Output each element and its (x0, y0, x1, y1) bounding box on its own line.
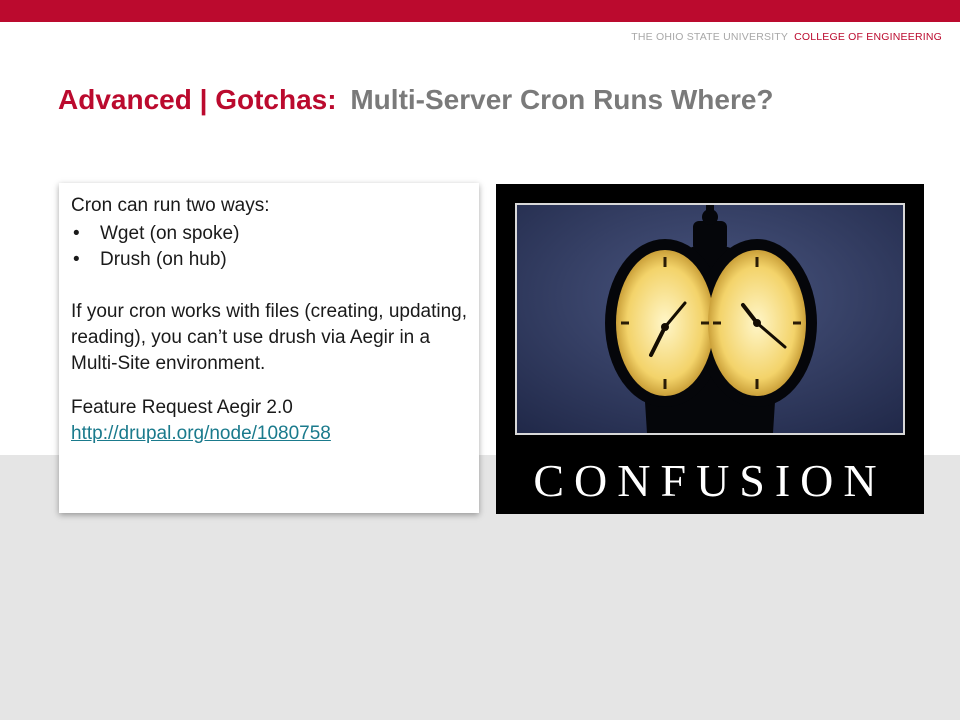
bullet-text: Wget (on spoke) (100, 223, 240, 244)
poster-caption: CONFUSION (533, 455, 887, 506)
bullet-list: • Wget (on spoke) • Drush (on hub) (71, 221, 469, 273)
clock-tower-image (515, 203, 905, 435)
feature-request-text: Feature Request Aegir 2.0 (71, 397, 293, 418)
slide-title: Advanced | Gotchas: Multi-Server Cron Ru… (58, 84, 774, 116)
title-accent: Advanced | Gotchas: (58, 84, 337, 115)
intro-text: Cron can run two ways: (71, 195, 270, 216)
bullet-icon: • (73, 249, 80, 270)
confusion-poster: CONFUSION (496, 184, 924, 514)
list-item: • Wget (on spoke) (71, 221, 469, 247)
list-item: • Drush (on hub) (71, 247, 469, 273)
content-text-box: Cron can run two ways: • Wget (on spoke)… (59, 183, 479, 513)
top-accent-bar (0, 0, 960, 22)
header-branding: THE OHIO STATE UNIVERSITY COLLEGE OF ENG… (631, 31, 942, 43)
college-name: COLLEGE OF ENGINEERING (794, 31, 942, 43)
slide: THE OHIO STATE UNIVERSITY COLLEGE OF ENG… (0, 0, 960, 720)
feature-request-link[interactable]: http://drupal.org/node/1080758 (71, 423, 331, 444)
university-name: THE OHIO STATE UNIVERSITY (631, 31, 788, 43)
clock-icon (517, 205, 903, 433)
cron-files-paragraph: If your cron works with files (creating,… (71, 301, 468, 374)
title-main: Multi-Server Cron Runs Where? (350, 84, 774, 115)
bullet-icon: • (73, 223, 80, 244)
bullet-text: Drush (on hub) (100, 249, 227, 270)
